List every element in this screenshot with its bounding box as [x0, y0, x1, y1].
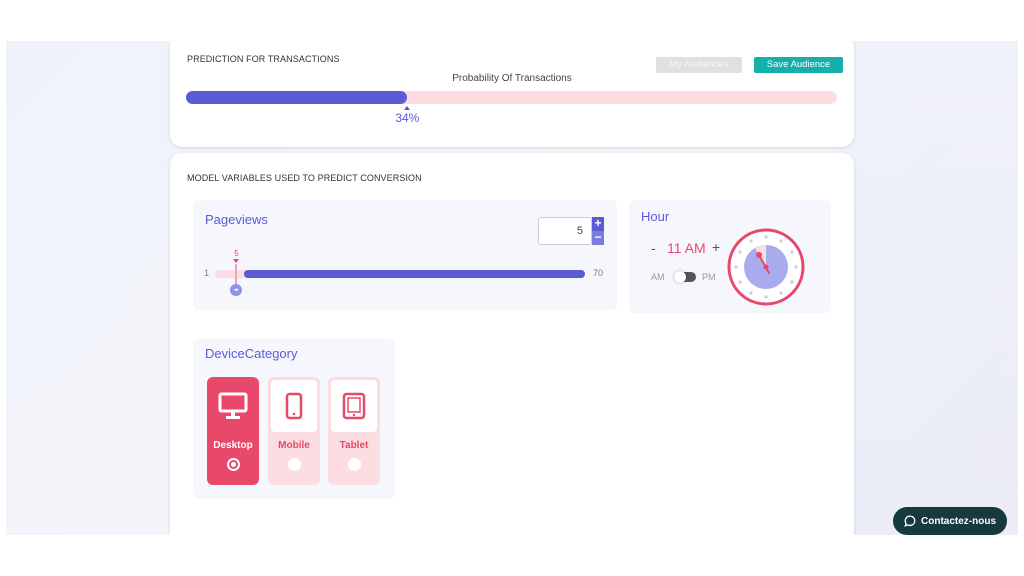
increment-button[interactable]: + — [592, 217, 604, 231]
device-label: Desktop — [213, 440, 253, 451]
prediction-card: PREDICTION FOR TRANSACTIONS My Audiences… — [170, 41, 854, 147]
hour-increment-button[interactable]: + — [712, 239, 720, 255]
slider-handle-line — [235, 264, 238, 284]
decrement-button[interactable]: − — [592, 231, 604, 245]
clock-hour-dot — [764, 235, 768, 239]
tablet-icon — [331, 380, 377, 432]
pageviews-max-label: 70 — [593, 268, 604, 278]
hour-decrement-button[interactable]: - — [651, 240, 656, 256]
my-audiences-button[interactable]: My Audiences — [656, 57, 742, 73]
clock-hour-dot — [738, 250, 742, 254]
clock-hour-dot — [734, 265, 738, 269]
device-title: DeviceCategory — [205, 346, 298, 361]
hour-value: 11 AM — [667, 240, 706, 256]
am-label: AM — [651, 272, 665, 282]
model-variables-title: MODEL VARIABLES USED TO PREDICT CONVERSI… — [187, 173, 422, 183]
pageviews-slider-value: 5 — [234, 249, 239, 258]
probability-caret-icon — [404, 106, 411, 110]
probability-value: 34% — [395, 111, 420, 125]
chat-label: Contactez-nous — [921, 515, 996, 527]
clock-hour-dot — [790, 280, 794, 284]
device-label: Mobile — [278, 440, 310, 451]
model-variables-card: MODEL VARIABLES USED TO PREDICT CONVERSI… — [170, 153, 854, 535]
slider-marker-icon — [233, 259, 240, 263]
device-label: Tablet — [339, 440, 369, 451]
app-viewport: PREDICTION FOR TRANSACTIONS My Audiences… — [6, 41, 1018, 535]
probability-bar — [186, 91, 837, 104]
save-audience-button[interactable]: Save Audience — [754, 57, 843, 73]
device-option-tablet[interactable]: Tablet — [328, 377, 380, 485]
clock-hour-dot — [779, 291, 783, 295]
clock-dial[interactable] — [727, 228, 805, 306]
clock-hour-dot — [749, 239, 753, 243]
contact-chat-button[interactable]: Contactez-nous — [893, 507, 1007, 535]
chat-icon — [904, 515, 916, 527]
clock-hour-dot — [794, 265, 798, 269]
probability-bar-fill — [186, 91, 408, 104]
clock-handle[interactable] — [756, 251, 762, 258]
hour-title: Hour — [641, 209, 670, 224]
pageviews-title: Pageviews — [205, 212, 268, 227]
slider-knob[interactable]: ◂▸ — [230, 284, 243, 296]
clock-hour-dot — [779, 239, 783, 243]
am-pm-toggle[interactable] — [674, 271, 696, 283]
radio-selected[interactable] — [227, 458, 240, 471]
clock-hour-dot — [790, 250, 794, 254]
probability-label: Probability Of Transactions — [452, 73, 572, 84]
pageviews-min-label: 1 — [204, 268, 210, 278]
pageviews-slider[interactable] — [215, 270, 585, 278]
pageviews-input[interactable]: 5 — [538, 217, 592, 245]
pageviews-stepper: + − — [592, 217, 604, 245]
device-panel: DeviceCategory Desktop Mobile Tablet — [193, 339, 395, 499]
pageviews-slider-fill — [244, 270, 585, 278]
device-option-desktop[interactable]: Desktop — [207, 377, 259, 485]
pm-label: PM — [702, 272, 716, 282]
clock-hour-dot — [749, 291, 753, 295]
pageviews-panel: Pageviews 5 + − 1 70 5 ◂▸ — [193, 200, 617, 310]
clock-hour-dot — [738, 280, 742, 284]
mobile-icon — [271, 380, 317, 432]
radio-unselected[interactable] — [288, 458, 301, 471]
device-option-mobile[interactable]: Mobile — [268, 377, 320, 485]
desktop-icon — [210, 380, 256, 432]
radio-unselected[interactable] — [348, 458, 361, 471]
hour-panel: Hour - 11 AM + AM PM — [629, 200, 831, 313]
clock-hour-dot — [764, 295, 768, 299]
prediction-title: PREDICTION FOR TRANSACTIONS — [187, 54, 340, 64]
